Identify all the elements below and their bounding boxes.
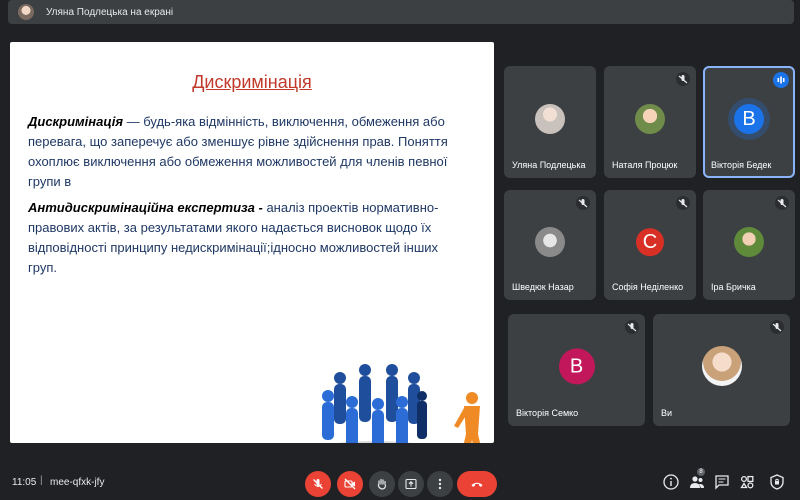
presenter-bar: Уляна Подлецька на екрані — [0, 0, 800, 26]
participant-photo — [734, 227, 764, 257]
speaking-indicator-icon — [773, 72, 789, 88]
people-circle-illustration — [322, 364, 481, 443]
people-icon — [690, 476, 704, 488]
participant-tile-self[interactable]: Ви — [653, 314, 790, 426]
participant-tile[interactable]: Наталя Процюк — [604, 66, 696, 178]
participant-name: Уляна Подлецька — [512, 160, 586, 170]
slide-term-1: Дискримінація — [28, 114, 124, 129]
mic-muted-icon — [676, 196, 690, 210]
shield-lock-icon — [770, 474, 784, 490]
people-button[interactable] — [688, 473, 706, 491]
meeting-separator: | — [40, 475, 43, 486]
participant-name: Вікторія Семко — [516, 408, 579, 418]
mic-muted-icon — [625, 320, 639, 334]
participant-tile[interactable]: Уляна Подлецька — [504, 66, 596, 178]
chat-button[interactable] — [713, 473, 731, 491]
participant-photo — [701, 346, 742, 386]
participant-photo — [635, 104, 665, 134]
camera-off-icon — [344, 478, 356, 490]
present-button[interactable] — [398, 471, 424, 497]
hang-up-icon — [471, 482, 483, 487]
slide-body: Дискримінація — будь-яка відмінність, ви… — [28, 112, 468, 284]
slide-paragraph-2: Антидискримінаційна експертиза - аналіз … — [28, 198, 468, 278]
meeting-info-button[interactable] — [662, 473, 680, 491]
participant-name: Іра Бричка — [711, 282, 756, 292]
participant-tile[interactable]: Шведюк Назар — [504, 190, 596, 300]
activities-button[interactable] — [738, 473, 756, 491]
bottom-toolbar: 11:05 | mee-qfxk-jfy 8 — [0, 463, 800, 500]
hand-icon — [377, 478, 387, 490]
presenter-label: Уляна Подлецька на екрані — [46, 6, 174, 18]
participant-initial-avatar: B — [558, 348, 595, 385]
mic-off-icon — [313, 479, 323, 489]
info-icon — [663, 474, 679, 490]
participant-tile[interactable]: Іра Бричка — [703, 190, 795, 300]
participant-photo — [535, 227, 565, 257]
presenter-pill[interactable]: Уляна Подлецька на екрані — [8, 0, 794, 24]
chat-icon — [715, 475, 729, 490]
participant-name: Софія Неділенко — [612, 282, 684, 292]
meeting-code: mee-qfxk-jfy — [50, 477, 105, 488]
mic-muted-icon — [775, 196, 789, 210]
participant-name: Наталя Процюк — [612, 160, 678, 170]
participant-tile-speaking[interactable]: B Вікторія Бедек — [703, 66, 795, 178]
leave-call-button[interactable] — [457, 471, 497, 497]
mic-toggle-button[interactable] — [305, 471, 331, 497]
participant-name: Вікторія Бедек — [711, 160, 772, 170]
slide-title: Дискримінація — [192, 72, 312, 92]
mic-muted-icon — [576, 196, 590, 210]
participant-tile[interactable]: C Софія Неділенко — [604, 190, 696, 300]
participant-name: Шведюк Назар — [512, 282, 574, 292]
mic-muted-icon — [770, 320, 784, 334]
mic-muted-icon — [676, 72, 690, 86]
activities-icon — [740, 475, 754, 489]
meeting-time: 11:05 — [12, 477, 37, 488]
participant-name: Ви — [661, 408, 673, 418]
host-controls-button[interactable] — [768, 473, 786, 491]
camera-toggle-button[interactable] — [337, 471, 363, 497]
present-screen-icon — [405, 478, 417, 490]
more-options-button[interactable] — [427, 471, 453, 497]
participant-initial-avatar: B — [734, 104, 764, 134]
slide-term-2: Антидискримінаційна експертиза - — [28, 200, 263, 215]
presenter-avatar — [18, 4, 34, 20]
raise-hand-button[interactable] — [369, 471, 395, 497]
shared-slide: Дискримінація Дискримінація — будь-яка в… — [10, 42, 494, 443]
participant-photo — [535, 104, 565, 134]
more-vert-icon — [438, 478, 442, 490]
participant-initial-avatar: C — [636, 228, 664, 257]
participant-tile[interactable]: B Вікторія Семко — [508, 314, 645, 426]
slide-paragraph-1: Дискримінація — будь-яка відмінність, ви… — [28, 112, 468, 192]
